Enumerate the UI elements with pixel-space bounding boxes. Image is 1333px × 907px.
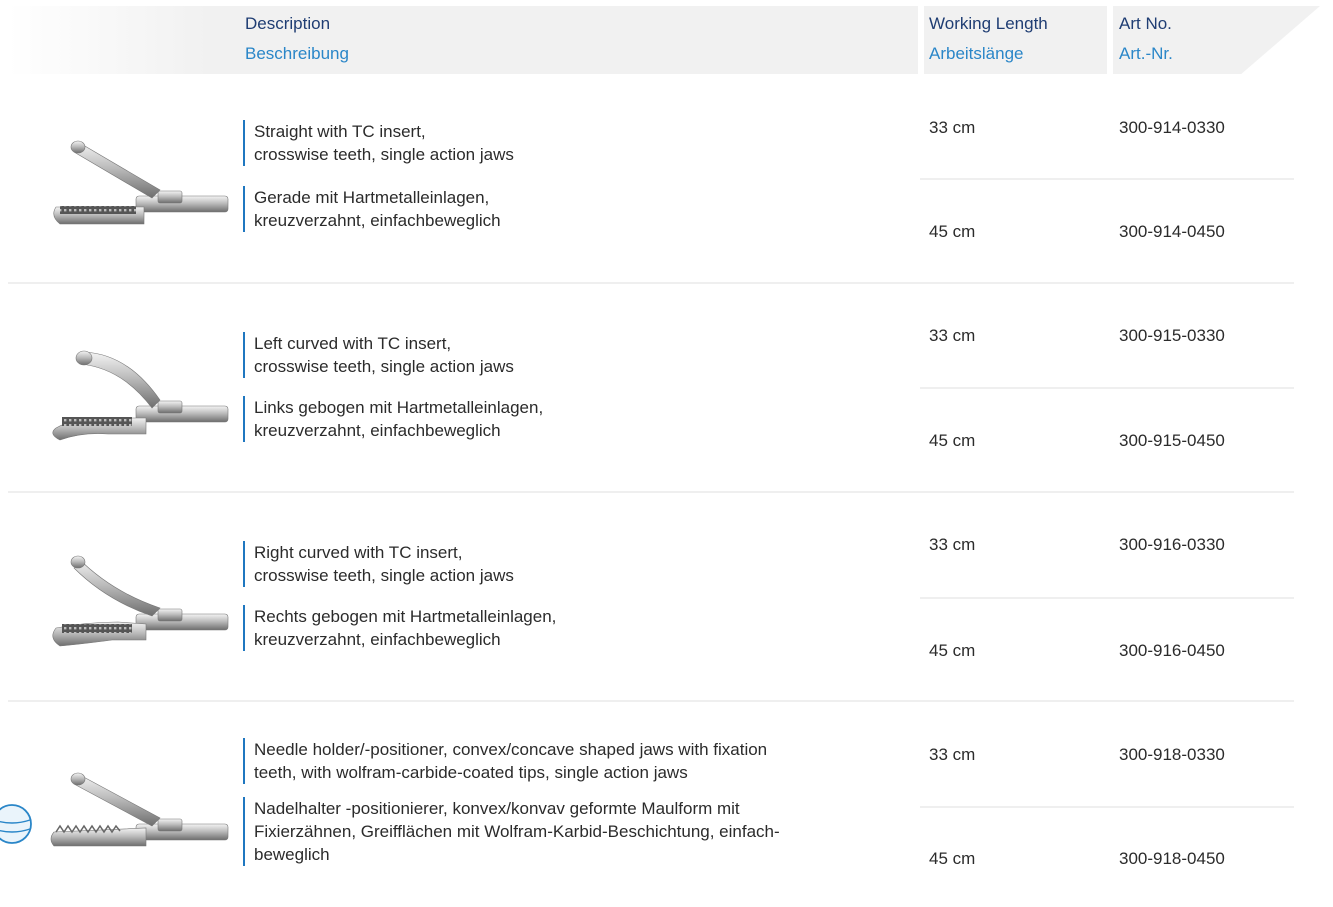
description-de: Rechts gebogen mit Hartmetalleinlagen, k…	[243, 605, 556, 651]
article-number: 300-918-0330	[1119, 745, 1225, 764]
description-en: Needle holder/-positioner, convex/concav…	[243, 738, 767, 784]
divider	[920, 806, 1294, 808]
description-en: Right curved with TC insert, crosswise t…	[243, 541, 514, 587]
header-art-no-de: Art.-Nr.	[1119, 44, 1173, 63]
header-description: Description	[245, 14, 331, 33]
row-divider	[8, 700, 1294, 702]
article-number: 300-916-0450	[1119, 641, 1225, 660]
straight-forceps-icon	[48, 118, 230, 238]
working-length: 45 cm	[929, 222, 976, 241]
row-divider	[8, 282, 1294, 284]
working-length: 33 cm	[929, 745, 976, 764]
divider	[920, 597, 1294, 599]
article-number: 300-915-0330	[1119, 326, 1225, 345]
article-number: 300-914-0450	[1119, 222, 1225, 241]
working-length: 33 cm	[929, 326, 976, 345]
needle-holder-icon	[48, 746, 230, 866]
row-divider	[8, 491, 1294, 493]
description-de: Nadelhalter -positionierer, konvex/konva…	[243, 797, 780, 866]
article-number: 300-914-0330	[1119, 118, 1225, 137]
article-number: 300-918-0450	[1119, 849, 1225, 868]
header-working-length: Working Length	[929, 14, 1048, 33]
working-length: 45 cm	[929, 431, 976, 450]
article-number: 300-915-0450	[1119, 431, 1225, 450]
header-divider	[918, 6, 924, 74]
description-en: Straight with TC insert, crosswise teeth…	[243, 120, 514, 166]
header-working-length-de: Arbeitslänge	[929, 44, 1024, 63]
sphere-badge-icon	[0, 802, 32, 846]
working-length: 45 cm	[929, 849, 976, 868]
header-description-de: Beschreibung	[245, 44, 349, 63]
header-art-no: Art No.	[1119, 14, 1172, 33]
divider	[920, 387, 1294, 389]
description-de: Gerade mit Hartmetalleinlagen, kreuzverz…	[243, 186, 501, 232]
divider	[920, 178, 1294, 180]
left-curved-forceps-icon	[48, 328, 230, 448]
working-length: 45 cm	[929, 641, 976, 660]
header-divider	[1107, 6, 1113, 74]
working-length: 33 cm	[929, 118, 976, 137]
description-de: Links gebogen mit Hartmetalleinlagen, kr…	[243, 396, 543, 442]
right-curved-forceps-icon	[48, 536, 230, 656]
description-en: Left curved with TC insert, crosswise te…	[243, 332, 514, 378]
working-length: 33 cm	[929, 535, 976, 554]
article-number: 300-916-0330	[1119, 535, 1225, 554]
